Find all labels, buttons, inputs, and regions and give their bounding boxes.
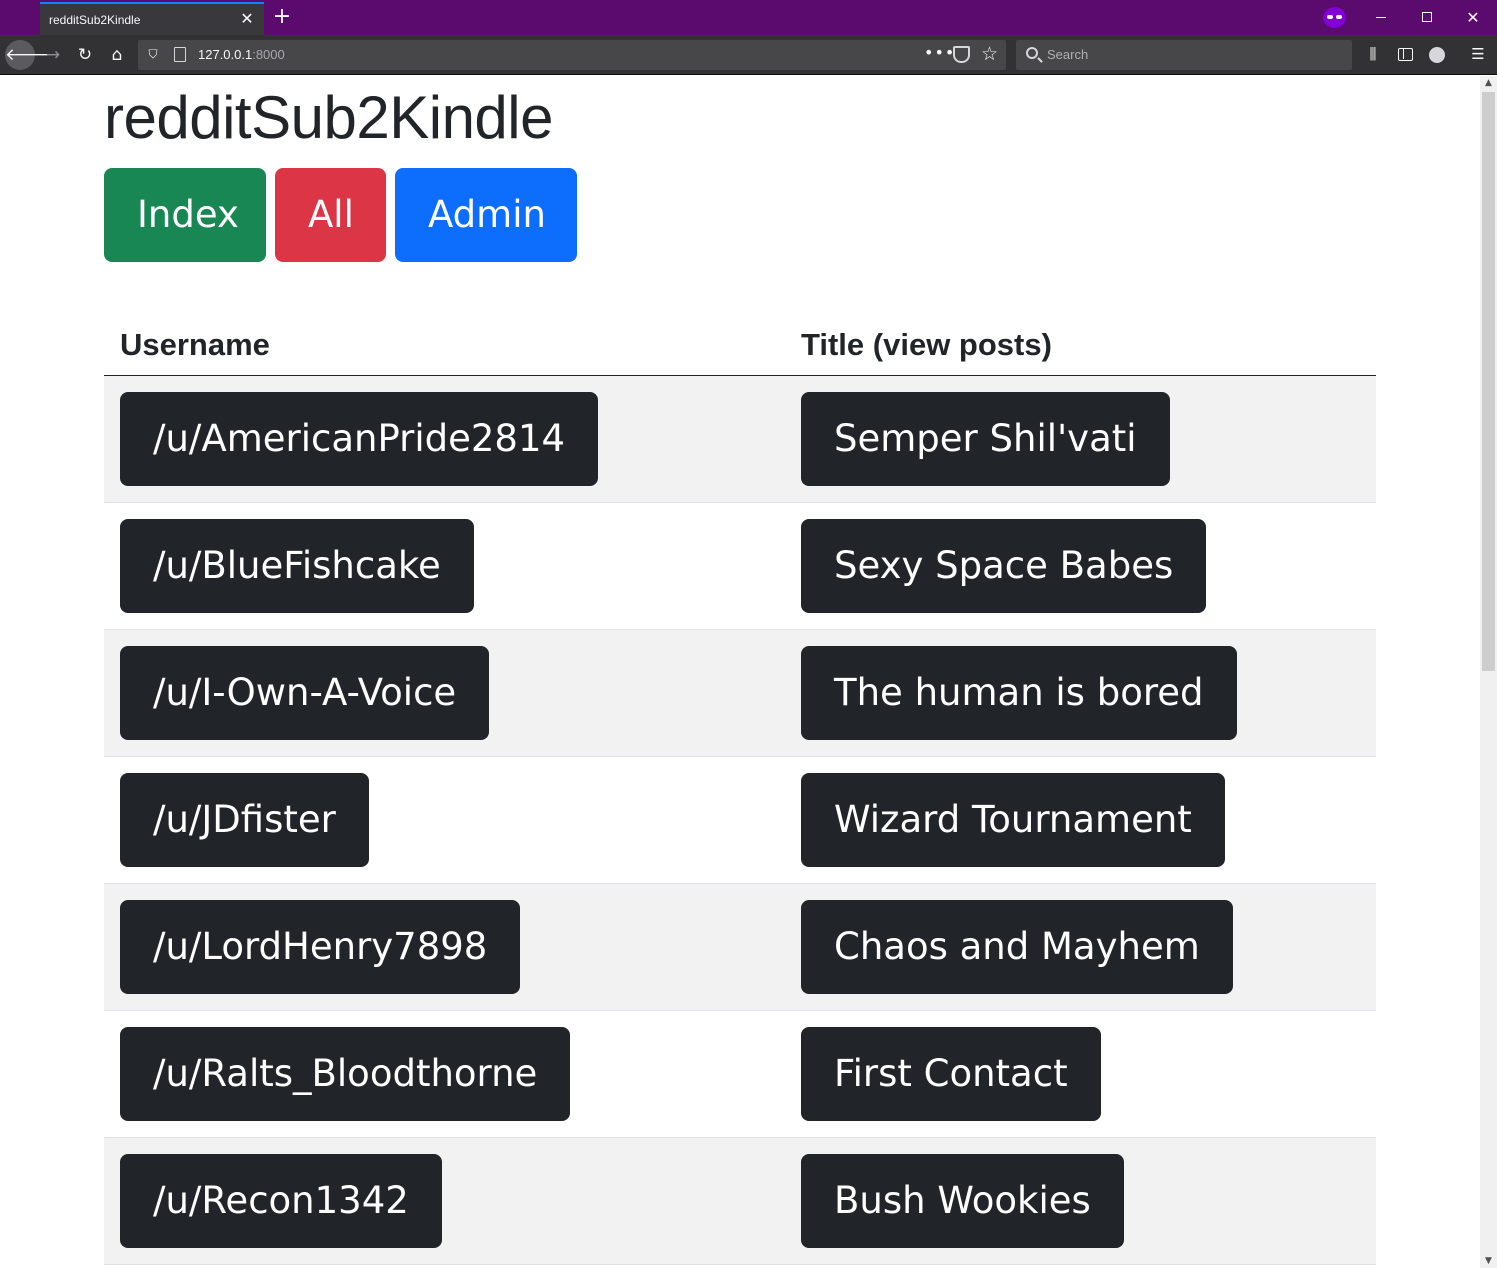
page-actions-icon[interactable]: ••• <box>924 43 955 62</box>
table-row: /u/JDfister Wizard Tournament <box>104 756 1376 884</box>
title-cell: Wizard Tournament <box>785 756 1376 884</box>
back-button[interactable]: 🡐 <box>5 40 51 70</box>
username-cell: /u/BlueFishcake <box>104 502 785 630</box>
title-cell: The human is bored <box>785 629 1376 757</box>
active-tab[interactable]: redditSub2Kindle ✕ <box>40 2 264 35</box>
pocket-icon[interactable] <box>953 46 970 63</box>
username-button[interactable]: /u/LordHenry7898 <box>120 899 521 994</box>
username-cell: /u/LordHenry7898 <box>104 883 785 1011</box>
page-info-icon[interactable] <box>174 47 186 62</box>
account-icon[interactable] <box>1427 44 1447 64</box>
url-host: 127.0.0.1 <box>198 47 253 62</box>
bookmark-star-icon[interactable]: ☆ <box>981 43 998 65</box>
title-button[interactable]: Wizard Tournament <box>801 772 1225 867</box>
search-bar[interactable]: Search <box>1016 40 1352 70</box>
username-cell: /u/I-Own-A-Voice <box>104 629 785 757</box>
title-button[interactable]: Sexy Space Babes <box>801 518 1207 613</box>
sidebar-icon[interactable] <box>1395 44 1415 64</box>
username-cell: /u/JDfister <box>104 756 785 884</box>
tab-title: redditSub2Kindle <box>49 12 141 27</box>
home-button[interactable]: ⌂ <box>103 41 131 69</box>
title-button[interactable]: The human is bored <box>801 645 1237 740</box>
title-cell: Bush Wookies <box>785 1137 1376 1265</box>
tab-bar: redditSub2Kindle ✕ + ✕ <box>0 0 1497 35</box>
username-cell: /u/Recon1342 <box>104 1137 785 1265</box>
title-button[interactable]: Bush Wookies <box>801 1153 1124 1248</box>
new-tab-button[interactable]: + <box>270 4 294 30</box>
url-bar[interactable]: ⛉ 127.0.0.1:8000 ••• ☆ <box>138 40 1006 70</box>
search-icon <box>1026 47 1038 59</box>
url-text[interactable]: 127.0.0.1:8000 <box>198 47 285 62</box>
minimize-button[interactable] <box>1358 0 1404 35</box>
title-button[interactable]: Semper Shil'vati <box>801 391 1170 486</box>
library-icon[interactable]: ⫼ <box>1363 44 1383 64</box>
maximize-button[interactable] <box>1404 0 1450 35</box>
table-row: /u/Ralts_Bloodthorne First Contact <box>104 1010 1376 1138</box>
index-button[interactable]: Index <box>104 168 266 262</box>
username-column-header: Username <box>104 300 785 376</box>
scroll-down-arrow-icon[interactable]: ▼ <box>1480 1254 1497 1268</box>
reload-button[interactable]: ↻ <box>71 41 99 69</box>
url-port: :8000 <box>252 47 285 62</box>
table-row: /u/LordHenry7898 Chaos and Mayhem <box>104 883 1376 1011</box>
nav-toolbar: 🡐 → ↻ ⌂ ⛉ 127.0.0.1:8000 ••• ☆ Search ⫼ … <box>0 35 1497 75</box>
title-cell: Semper Shil'vati <box>785 375 1376 503</box>
admin-button[interactable]: Admin <box>395 168 577 262</box>
username-button[interactable]: /u/BlueFishcake <box>120 518 474 613</box>
close-window-button[interactable]: ✕ <box>1450 0 1496 35</box>
username-button[interactable]: /u/Recon1342 <box>120 1153 442 1248</box>
scroll-up-arrow-icon[interactable]: ▲ <box>1480 76 1497 90</box>
forward-button[interactable]: → <box>39 41 67 69</box>
username-cell: /u/AmericanPride2814 <box>104 375 785 503</box>
title-cell: Chaos and Mayhem <box>785 883 1376 1011</box>
table-row: /u/AmericanPride2814 Semper Shil'vati <box>104 375 1376 503</box>
main-container: redditSub2Kindle Index All Admin Usernam… <box>104 76 1376 1265</box>
title-button[interactable]: First Contact <box>801 1026 1101 1121</box>
title-column-header: Title (view posts) <box>785 300 1376 376</box>
tab-close-icon[interactable]: ✕ <box>238 10 256 28</box>
username-button[interactable]: /u/I-Own-A-Voice <box>120 645 490 740</box>
title-button[interactable]: Chaos and Mayhem <box>801 899 1233 994</box>
all-button[interactable]: All <box>275 168 386 262</box>
username-button[interactable]: /u/JDfister <box>120 772 369 867</box>
table-row: /u/I-Own-A-Voice The human is bored <box>104 629 1376 757</box>
username-button[interactable]: /u/AmericanPride2814 <box>120 391 599 486</box>
shield-icon[interactable]: ⛉ <box>146 46 160 62</box>
table-row: /u/BlueFishcake Sexy Space Babes <box>104 502 1376 630</box>
page-viewport: redditSub2Kindle Index All Admin Usernam… <box>0 76 1480 1268</box>
title-cell: First Contact <box>785 1010 1376 1138</box>
hamburger-menu-icon[interactable]: ☰ <box>1468 44 1488 64</box>
username-button[interactable]: /u/Ralts_Bloodthorne <box>120 1026 571 1121</box>
page-title: redditSub2Kindle <box>104 84 554 151</box>
private-browsing-icon <box>1323 7 1346 28</box>
scroll-thumb[interactable] <box>1482 92 1495 671</box>
title-cell: Sexy Space Babes <box>785 502 1376 630</box>
username-cell: /u/Ralts_Bloodthorne <box>104 1010 785 1138</box>
nav-button-group: Index All Admin <box>104 168 1376 262</box>
table-row: /u/Recon1342 Bush Wookies <box>104 1137 1376 1265</box>
subscriptions-table: Username Title (view posts) /u/AmericanP… <box>104 300 1376 1265</box>
table-header-row: Username Title (view posts) <box>104 300 1376 376</box>
search-placeholder: Search <box>1047 47 1089 62</box>
vertical-scrollbar[interactable]: ▲ ▼ <box>1480 76 1497 1268</box>
